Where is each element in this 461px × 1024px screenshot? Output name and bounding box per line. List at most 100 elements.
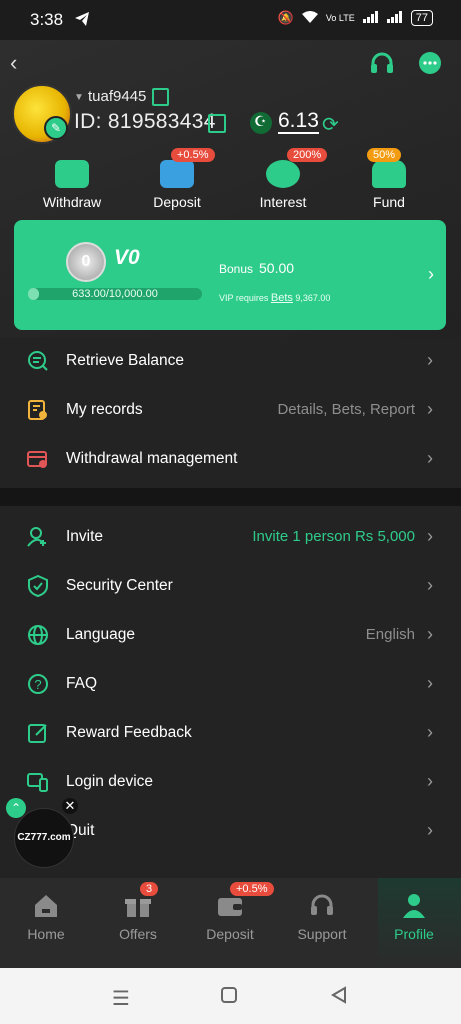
withdraw-icon bbox=[55, 160, 89, 188]
vip-card[interactable]: 0 V0 633.00/10,000.00 Bonus 50.00 VIP re… bbox=[14, 220, 446, 330]
chevron-right-icon: › bbox=[427, 448, 433, 468]
bets-link[interactable]: Bets bbox=[271, 292, 293, 304]
wallet-icon bbox=[160, 160, 194, 188]
chevron-right-icon: › bbox=[428, 264, 434, 284]
system-nav-bar: ☰ bbox=[0, 968, 461, 1024]
records-icon bbox=[27, 399, 49, 421]
chevron-right-icon: › bbox=[427, 575, 433, 595]
home-icon bbox=[32, 892, 60, 920]
balance-value: 6.13 bbox=[278, 109, 319, 134]
retrieve-balance-icon bbox=[27, 350, 49, 372]
mute-icon: 🔕 bbox=[277, 10, 294, 25]
refresh-icon[interactable]: ⟳ bbox=[322, 112, 339, 137]
copy-username-icon[interactable] bbox=[152, 88, 169, 106]
copy-id-icon[interactable] bbox=[208, 114, 226, 133]
menu-item-retrieve-balance[interactable]: Retrieve Balance › bbox=[0, 338, 461, 386]
tab-support[interactable]: Support bbox=[282, 892, 362, 942]
section-divider bbox=[0, 488, 461, 506]
menu-item-my-records[interactable]: My records Details, Bets, Report › bbox=[0, 387, 461, 435]
fund-button[interactable]: 50% Fund bbox=[344, 148, 434, 210]
menu-item-label: Withdrawal management bbox=[66, 450, 238, 467]
piggy-bank-icon bbox=[266, 160, 300, 188]
deposit-tag: +0.5% bbox=[171, 148, 215, 162]
interest-tag: 200% bbox=[287, 148, 328, 162]
status-icons: 🔕 Vo LTE 77 bbox=[278, 10, 433, 26]
gift-icon bbox=[124, 892, 152, 920]
chevron-right-icon: › bbox=[427, 526, 433, 546]
floating-logo-button[interactable]: CZ777.com bbox=[14, 808, 74, 868]
menu-item-security-center[interactable]: Security Center › bbox=[0, 563, 461, 611]
chevron-right-icon: › bbox=[427, 722, 433, 742]
deposit-badge: +0.5% bbox=[230, 882, 274, 896]
menu-item-withdrawal-management[interactable]: Withdrawal management › bbox=[0, 436, 461, 484]
menu-item-label: Language bbox=[66, 626, 135, 643]
withdrawal-management-icon bbox=[27, 448, 49, 470]
interest-button[interactable]: 200% Interest bbox=[238, 148, 328, 210]
menu-item-value: Invite 1 person Rs 5,000 bbox=[252, 528, 415, 545]
home-nav-icon[interactable] bbox=[220, 986, 238, 1010]
chevron-right-icon: › bbox=[427, 399, 433, 419]
pakistan-flag-icon bbox=[250, 112, 272, 134]
svg-text:?: ? bbox=[34, 677, 41, 692]
menu-item-faq[interactable]: ? FAQ › bbox=[0, 661, 461, 709]
chevron-right-icon: › bbox=[427, 771, 433, 791]
tab-deposit[interactable]: +0.5% Deposit bbox=[190, 882, 274, 942]
tab-label: Support bbox=[297, 926, 347, 942]
interest-label: Interest bbox=[259, 194, 307, 210]
menu-item-label: Security Center bbox=[66, 577, 173, 594]
vip-req-value: 9,367.00 bbox=[295, 293, 331, 303]
back-nav-icon[interactable] bbox=[330, 986, 348, 1010]
tab-home[interactable]: Home bbox=[6, 892, 86, 942]
chat-icon[interactable] bbox=[416, 50, 444, 78]
chevron-up-icon[interactable]: ⌃ bbox=[6, 798, 26, 818]
menu-item-label: My records bbox=[66, 401, 143, 418]
status-time: 3:38 bbox=[30, 10, 64, 29]
menu-item-label: Login device bbox=[66, 773, 154, 790]
menu-section-1: Retrieve Balance › My records Details, B… bbox=[0, 338, 461, 488]
wifi-icon bbox=[301, 10, 318, 26]
menu-item-label: Invite bbox=[66, 528, 104, 545]
headset-icon bbox=[308, 892, 336, 920]
user-id-value: 819583434 bbox=[107, 110, 216, 133]
deposit-button[interactable]: +0.5% Deposit bbox=[132, 148, 222, 210]
shield-icon bbox=[27, 574, 49, 598]
chevron-right-icon: › bbox=[427, 624, 433, 644]
deposit-label: Deposit bbox=[153, 194, 201, 210]
bonus-label: Bonus bbox=[219, 262, 254, 276]
signal-icon bbox=[362, 10, 379, 26]
wallet-icon bbox=[216, 892, 244, 920]
tab-label: Profile bbox=[394, 926, 434, 942]
withdraw-button[interactable]: Withdraw bbox=[27, 160, 117, 210]
vip-req-prefix: VIP requires bbox=[219, 293, 269, 303]
headset-icon[interactable] bbox=[368, 50, 396, 78]
tab-profile[interactable]: Profile bbox=[374, 892, 454, 942]
vip-level: V0 bbox=[114, 246, 140, 269]
signal-icon-2 bbox=[386, 10, 403, 26]
menu-item-value: Details, Bets, Report bbox=[277, 401, 415, 418]
user-id-label: ID: bbox=[74, 110, 102, 133]
vip-progress-text: 633.00/10,000.00 bbox=[72, 288, 158, 300]
username: tuaf9445 bbox=[88, 88, 147, 105]
telegram-icon bbox=[74, 11, 90, 32]
menu-item-label: FAQ bbox=[66, 675, 98, 692]
bonus-value: 50.00 bbox=[259, 260, 295, 276]
fund-icon bbox=[372, 160, 406, 188]
withdraw-label: Withdraw bbox=[42, 194, 102, 210]
tab-label: Offers bbox=[119, 926, 157, 942]
status-bar: 3:38 🔕 Vo LTE 77 bbox=[0, 0, 461, 40]
menu-icon[interactable]: ☰ bbox=[112, 986, 130, 1011]
menu-item-language[interactable]: Language English › bbox=[0, 612, 461, 660]
back-button[interactable]: ‹ bbox=[10, 50, 17, 76]
tab-offers[interactable]: 3 Offers bbox=[98, 882, 178, 942]
user-id: ID: 819583434 bbox=[74, 110, 216, 134]
globe-icon bbox=[27, 624, 49, 646]
menu-item-value: English bbox=[365, 626, 415, 643]
vip-requirement: VIP requires Bets 9,367.00 bbox=[219, 292, 330, 304]
tab-label: Deposit bbox=[206, 926, 254, 942]
menu-item-reward-feedback[interactable]: Reward Feedback › bbox=[0, 710, 461, 758]
menu-item-invite[interactable]: Invite Invite 1 person Rs 5,000 › bbox=[0, 514, 461, 562]
edit-icon[interactable]: ✎ bbox=[44, 116, 68, 140]
close-icon[interactable]: ✕ bbox=[62, 798, 78, 814]
fund-label: Fund bbox=[373, 194, 405, 210]
question-icon: ? bbox=[27, 673, 49, 695]
